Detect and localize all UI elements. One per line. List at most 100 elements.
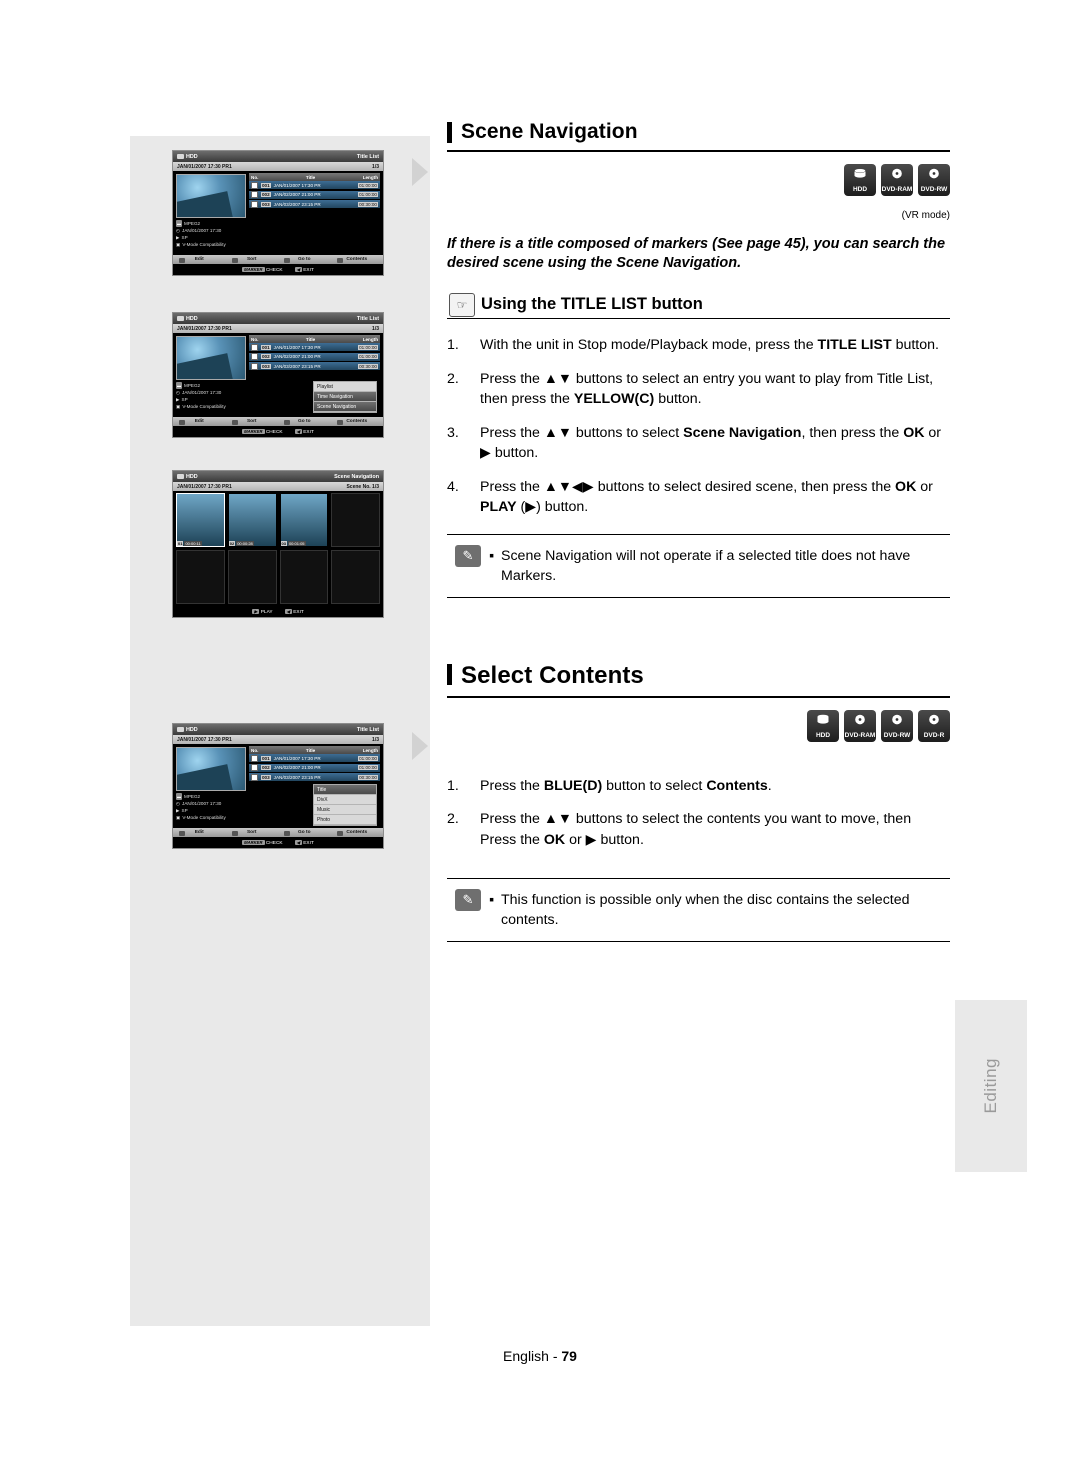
table-row[interactable]: 001 JAN/01/2007 17:30 PR 01:00:00	[249, 754, 380, 762]
table-row[interactable]: 001 JAN/01/2007 17:30 PR 01:00:00	[249, 343, 380, 351]
footer-contents[interactable]: Contents	[331, 419, 384, 425]
list-header: No. Title Length	[249, 746, 380, 754]
exit-key-icon: ◀	[294, 839, 302, 845]
exit-key-icon: ◀	[294, 428, 302, 434]
disc-icon	[892, 714, 902, 724]
checkbox-icon[interactable]	[251, 181, 258, 189]
scene-cell-empty	[331, 493, 380, 547]
hdd-icon	[177, 727, 184, 732]
exit-key-icon: ◀	[294, 266, 302, 272]
list-item: 3. Press the ▲▼ buttons to select Scene N…	[447, 424, 942, 462]
table-row[interactable]: 003 JAN/03/2007 23:15 PR 00:30:00	[249, 200, 380, 208]
disc-icon	[929, 168, 939, 179]
scene-cell[interactable]: 02 00:00:28	[227, 493, 277, 547]
page-number: 79	[561, 1348, 577, 1364]
checkbox-icon[interactable]	[251, 353, 258, 360]
screen-keybar: MARKER CHECK ◀ EXIT	[173, 426, 383, 437]
side-tab-label: Editing	[981, 1058, 1000, 1114]
screen-subheader: JAN/01/2007 17:30 PR1 1/3	[173, 324, 383, 333]
screen-footer: Edit Sort Go to Contents	[173, 255, 383, 264]
hdd-icon	[177, 316, 184, 321]
screen-subheader: JAN/01/2007 17:30 PR1 1/3	[173, 735, 383, 744]
vr-mode-label: (VR mode)	[901, 210, 950, 221]
screen-subheader: JAN/01/2007 17:30 PR1 1/3	[173, 162, 383, 171]
pencil-icon: ✎	[455, 544, 481, 567]
scene-cell-empty	[279, 550, 329, 604]
table-row[interactable]: 003 JAN/03/2007 23:15 PR 00:30:00	[249, 362, 380, 370]
step2-text-2: Press the ▲▼ buttons to select the conte…	[480, 811, 912, 848]
menu-item-scene-navigation[interactable]: Scene Navigation	[314, 402, 376, 412]
thumbnail-image	[176, 336, 246, 380]
menu-item-music[interactable]: Music	[314, 805, 376, 815]
footer-label: English -	[503, 1348, 558, 1364]
screen-body: ▬ MPEG2 ◴ JAN/01/2007 17:30 ▶ SP ▣ V-Mode Co…	[173, 744, 383, 837]
codec-icon: ▬	[176, 793, 182, 800]
table-row[interactable]: 002 JAN/02/2007 21:00 PR 01:00:00	[249, 352, 380, 361]
footer-sort[interactable]: Sort	[226, 830, 279, 836]
checkbox-icon[interactable]	[251, 773, 258, 781]
hdd-icon	[177, 474, 184, 479]
checkbox-icon[interactable]	[251, 343, 258, 351]
menu-item-photo[interactable]: Photo	[314, 815, 376, 825]
checkbox-icon[interactable]	[251, 200, 258, 208]
screen-scene-navigation: HDD Scene Navigation JAN/01/2007 17:30 P…	[172, 470, 384, 618]
contents-menu[interactable]: Title DivX Music Photo	[313, 784, 377, 826]
footer-edit[interactable]: Edit	[173, 419, 226, 425]
checkbox-icon[interactable]	[251, 754, 258, 762]
thumbnail-info: ▬ MPEG2 ◴ JAN/01/2007 17:30 ▶ SP ▣ V-Mode Co…	[176, 382, 226, 409]
menu-item-divx[interactable]: DivX	[314, 795, 376, 805]
footer-edit[interactable]: Edit	[173, 257, 226, 263]
page-title-2: Select Contents	[447, 662, 950, 698]
codec-icon: ▬	[176, 382, 182, 389]
screen-footer: Edit Sort Go to Contents	[173, 417, 383, 426]
steps-list-1: 1. With the unit in Stop mode/Playback mo…	[447, 335, 950, 518]
step-text-3: Press the ▲▼ buttons to select Scene Nav…	[480, 424, 942, 462]
screen-keybar: MARKER CHECK ◀ EXIT	[173, 264, 383, 275]
clock-icon: ◴	[176, 390, 181, 395]
screen-header: HDD Scene Navigation	[173, 471, 383, 482]
menu-item-playlist[interactable]: Playlist	[314, 382, 376, 392]
screen-body: ▬ MPEG2 ◴ JAN/01/2007 17:30 ▶ SP ▣ V-Mode Co…	[173, 171, 383, 264]
checkbox-icon[interactable]	[251, 191, 258, 198]
list-item: 1. With the unit in Stop mode/Playback mo…	[447, 337, 939, 353]
footer-goto[interactable]: Go to	[278, 419, 331, 425]
footer-goto[interactable]: Go to	[278, 830, 331, 836]
screen-footer: Edit Sort Go to Contents	[173, 828, 383, 837]
table-row[interactable]: 002 JAN/02/2007 21:00 PR 01:00:00	[249, 763, 380, 772]
checkbox-icon[interactable]	[251, 362, 258, 370]
thumbnail-info: ▬ MPEG2 ◴ JAN/01/2007 17:30 ▶ SP ▣ V-Mode Co…	[176, 793, 226, 820]
speed-icon: ▶	[176, 235, 180, 240]
thumbnail-image	[176, 174, 246, 218]
context-menu[interactable]: Playlist Time Navigation Scene Navigatio…	[313, 381, 377, 413]
list-header: No. Title Length	[249, 173, 380, 181]
step-text-2: Press the ▲▼ buttons to select an entry …	[480, 370, 934, 408]
step2-text-1: Press the BLUE(D) button to select Conte…	[480, 777, 772, 794]
list-item: 2. Press the ▲▼ buttons to select an entr…	[447, 370, 934, 408]
note-box-1: ✎ ▪ Scene Navigation will not operate if…	[447, 533, 950, 598]
screen-title-list-2: HDD Title List JAN/01/2007 17:30 PR1 1/3…	[172, 312, 384, 438]
disc-icon-dvd-r: DVD-R	[918, 709, 950, 742]
bullet-icon: ▪	[489, 547, 495, 564]
scene-cell[interactable]: 03 00:01:05	[279, 493, 329, 547]
menu-item-title[interactable]: Title	[314, 785, 376, 795]
checkbox-icon[interactable]	[251, 764, 258, 771]
screen-title-list-1: HDD Title List JAN/01/2007 17:30 PR1 1/3…	[172, 150, 384, 276]
footer-edit[interactable]: Edit	[173, 830, 226, 836]
disc-icon	[855, 714, 865, 724]
screen-body: ▬ MPEG2 ◴ JAN/01/2007 17:30 ▶ SP ▣ V-Mode Co…	[173, 333, 383, 426]
steps-list-2: 1. Press the BLUE(D) button to select Con…	[447, 776, 950, 851]
table-row[interactable]: 002 JAN/02/2007 21:00 PR 01:00:00	[249, 190, 380, 199]
menu-item-time-navigation[interactable]: Time Navigation	[314, 392, 376, 402]
footer-sort[interactable]: Sort	[226, 419, 279, 425]
thumbnail-column: ▬ MPEG2 ◴ JAN/01/2007 17:30 ▶ SP ▣ V-Mode Co…	[173, 744, 249, 837]
table-row[interactable]: 003 JAN/03/2007 23:15 PR 00:30:00	[249, 773, 380, 781]
footer-contents[interactable]: Contents	[331, 257, 384, 263]
section-scene-navigation: Scene Navigation HDD DVD-RAM DVD-RW	[447, 120, 950, 196]
screen-header: HDD Title List	[173, 313, 383, 324]
table-row[interactable]: 001 JAN/01/2007 17:30 PR 01:00:00	[249, 181, 380, 189]
footer-contents[interactable]: Contents	[331, 830, 384, 836]
footer-sort[interactable]: Sort	[226, 257, 279, 263]
page-footer: English - 79	[0, 1348, 1080, 1364]
footer-goto[interactable]: Go to	[278, 257, 331, 263]
scene-cell[interactable]: 01 00:00:11	[176, 493, 225, 547]
